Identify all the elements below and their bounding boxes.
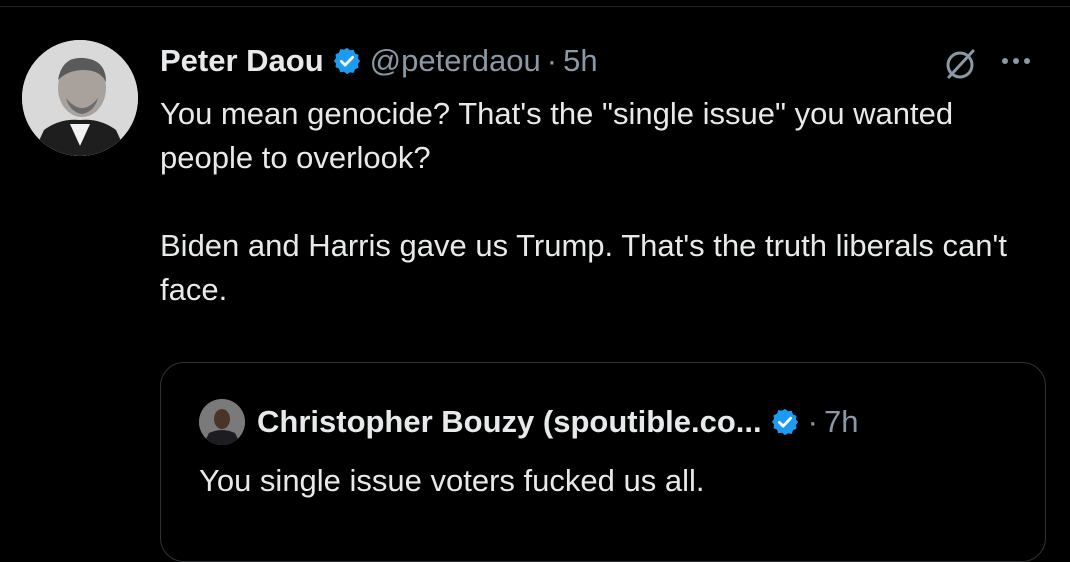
author-avatar-image	[22, 40, 138, 156]
quoted-author-avatar	[199, 399, 245, 445]
quoted-author-name[interactable]: Christopher Bouzy (spoutible.co...	[257, 404, 762, 440]
grok-icon[interactable]	[940, 44, 980, 89]
tweet-paragraph: You mean genocide? That's the "single is…	[160, 96, 954, 175]
quoted-tweet-card[interactable]: Christopher Bouzy (spoutible.co... · 7h …	[160, 362, 1046, 562]
author-name[interactable]: Peter Daou	[160, 43, 324, 79]
more-options-icon[interactable]	[1002, 58, 1030, 64]
separator-dot: ·	[546, 43, 558, 78]
tweet-header: Peter Daou @peterdaou · 5h	[160, 36, 598, 86]
separator-dot: ·	[807, 404, 818, 439]
top-divider	[0, 6, 1070, 7]
author-handle[interactable]: @peterdaou	[370, 43, 541, 79]
verified-badge-icon	[770, 407, 800, 437]
tweet-timestamp[interactable]: 5h	[563, 43, 597, 79]
author-avatar[interactable]	[22, 40, 138, 156]
quoted-tweet-text: You single issue voters fucked us all.	[199, 463, 705, 498]
quoted-tweet-timestamp[interactable]: 7h	[824, 404, 858, 440]
verified-badge-icon	[332, 46, 362, 76]
tweet-paragraph: Biden and Harris gave us Trump. That's t…	[160, 228, 1007, 307]
tweet-text: You mean genocide? That's the "single is…	[160, 92, 1050, 356]
quoted-tweet-header: Christopher Bouzy (spoutible.co... · 7h	[199, 399, 858, 445]
